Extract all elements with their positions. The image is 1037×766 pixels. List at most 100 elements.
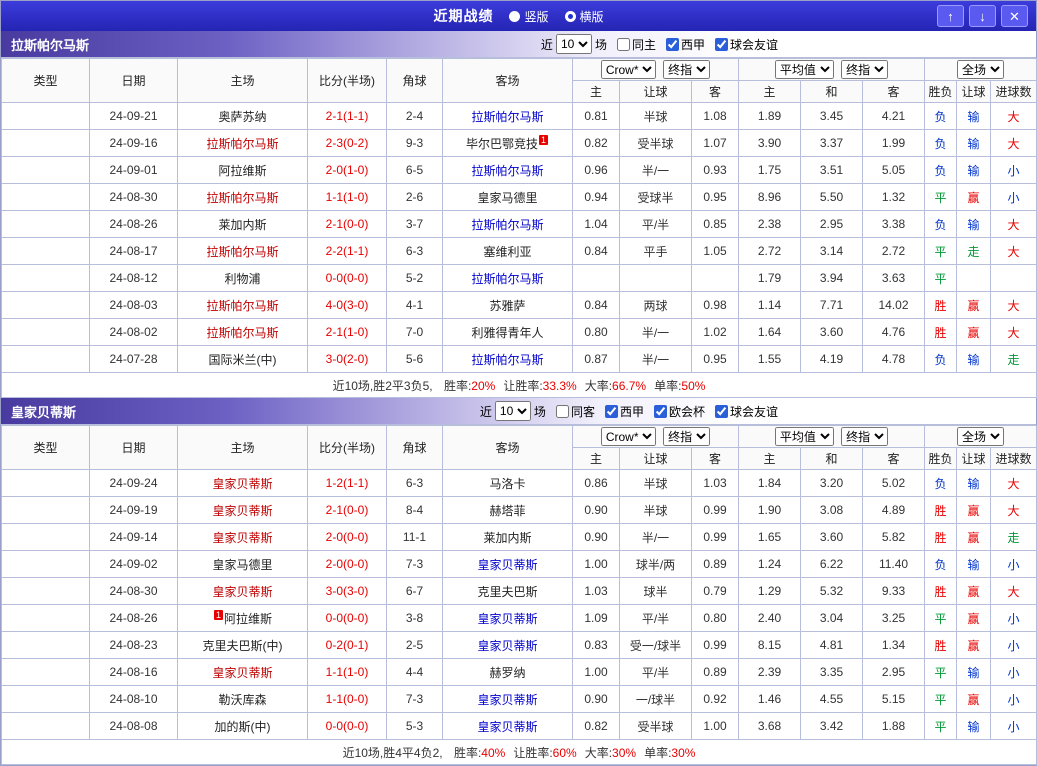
filter-checkbox-input[interactable] [666, 38, 679, 51]
team-label: 塞维利亚 [483, 245, 531, 259]
final-index-select[interactable]: 终指 [841, 60, 888, 79]
score-cell: 1-1(1-0) [308, 184, 387, 211]
move-up-button[interactable]: ↑ [937, 5, 964, 27]
fulltime-select[interactable]: 全场 [957, 60, 1004, 79]
filter-checkbox-label: 同主 [632, 36, 656, 53]
team-label: 拉斯帕尔马斯 [471, 353, 543, 367]
col-euro-home: 主 [739, 448, 801, 470]
match-row: 西甲24-09-16拉斯帕尔马斯2-3(0-2)9-3毕尔巴鄂竞技10.82受半… [2, 130, 1037, 157]
fulltime-select[interactable]: 全场 [957, 427, 1004, 446]
asia-handicap: 半球 [620, 103, 692, 130]
result-goals-cell: 大 [991, 578, 1037, 605]
home-team-cell: 拉斯帕尔马斯 [178, 319, 308, 346]
competition-type-cell: 球会友谊 [2, 686, 90, 713]
col-result-goals: 进球数 [991, 448, 1037, 470]
score-cell: 2-1(1-0) [308, 319, 387, 346]
asia-handicap: 半/一 [620, 319, 692, 346]
date-cell: 24-08-26 [90, 605, 178, 632]
final-index-select[interactable]: 终指 [663, 60, 710, 79]
filter-checkbox-label: 欧会杯 [669, 403, 705, 420]
euro-home-odds: 1.75 [739, 157, 801, 184]
score-cell: 2-3(0-2) [308, 130, 387, 157]
euro-draw-odds: 3.20 [801, 470, 863, 497]
result-goals-cell: 小 [991, 659, 1037, 686]
filter-checkbox-3[interactable]: 球会友谊 [708, 403, 778, 420]
corners-cell: 5-6 [387, 346, 443, 373]
home-team-cell: 奥萨苏纳 [178, 103, 308, 130]
filter-checkbox-0[interactable]: 同主 [610, 36, 656, 53]
filter-checkbox-input[interactable] [605, 405, 618, 418]
euro-home-odds: 1.14 [739, 292, 801, 319]
result-wdl-cell: 负 [925, 211, 957, 238]
filter-checkbox-2[interactable]: 欧会杯 [647, 403, 705, 420]
col-euro-away: 客 [863, 81, 925, 103]
team-label: 拉斯帕尔马斯 [206, 137, 278, 151]
team-label: 皇家贝蒂斯 [212, 531, 272, 545]
euro-draw-odds: 3.35 [801, 659, 863, 686]
euro-draw-odds: 3.04 [801, 605, 863, 632]
bookmaker-select[interactable]: Crow* [601, 427, 656, 446]
filter-checkbox-0[interactable]: 同客 [549, 403, 595, 420]
result-handicap-cell [957, 265, 991, 292]
score-cell: 1-1(0-0) [308, 686, 387, 713]
team-name: 皇家贝蒂斯 [1, 402, 76, 421]
filter-checkbox-1[interactable]: 西甲 [598, 403, 644, 420]
away-team-cell: 皇家马德里 [443, 184, 573, 211]
euro-home-odds: 1.90 [739, 497, 801, 524]
result-wdl-cell: 胜 [925, 524, 957, 551]
asia-away-odds: 1.08 [692, 103, 739, 130]
filter-checkbox-2[interactable]: 球会友谊 [708, 36, 778, 53]
filter-checkbox-1[interactable]: 西甲 [659, 36, 705, 53]
match-row: 西甲24-09-19皇家贝蒂斯2-1(0-0)8-4赫塔菲0.90半球0.991… [2, 497, 1037, 524]
match-row: 欧会杯24-08-23克里夫巴斯(中)0-2(0-1)2-5皇家贝蒂斯0.83受… [2, 632, 1037, 659]
final-index-select[interactable]: 终指 [841, 427, 888, 446]
match-row: 球会友谊24-08-08加的斯(中)0-0(0-0)5-3皇家贝蒂斯0.82受半… [2, 713, 1037, 740]
team-label: 克里夫巴斯(中) [203, 639, 283, 653]
euro-away-odds: 1.34 [863, 632, 925, 659]
result-goals-cell: 小 [991, 632, 1037, 659]
final-index-select[interactable]: 终指 [663, 427, 710, 446]
euro-draw-odds: 3.14 [801, 238, 863, 265]
competition-type-cell: 西甲 [2, 659, 90, 686]
page-title: 近期战绩 [433, 6, 493, 26]
games-label: 场 [534, 403, 546, 420]
team-label: 加的斯(中) [215, 720, 271, 734]
asia-handicap: 平/半 [620, 659, 692, 686]
filter-checkbox-input[interactable] [715, 38, 728, 51]
date-cell: 24-08-16 [90, 659, 178, 686]
euro-away-odds: 3.38 [863, 211, 925, 238]
result-goals-cell: 大 [991, 319, 1037, 346]
average-select[interactable]: 平均值 [775, 60, 834, 79]
away-team-cell: 利雅得青年人 [443, 319, 573, 346]
filter-checkbox-input[interactable] [617, 38, 630, 51]
team-label: 拉斯帕尔马斯 [471, 110, 543, 124]
filter-checkbox-label: 球会友谊 [730, 403, 778, 420]
asia-handicap: 受半球 [620, 713, 692, 740]
match-row: 西甲24-08-30拉斯帕尔马斯1-1(1-0)2-6皇家马德里0.94受球半0… [2, 184, 1037, 211]
bookmaker-select[interactable]: Crow* [601, 60, 656, 79]
euro-home-odds: 2.39 [739, 659, 801, 686]
score-cell: 2-2(1-1) [308, 238, 387, 265]
recent-count-select[interactable]: 10 [556, 34, 592, 54]
recent-count-select[interactable]: 10 [495, 401, 531, 421]
view-option-horizontal[interactable]: 横版 [565, 8, 604, 25]
corners-cell: 4-4 [387, 659, 443, 686]
home-team-section: 拉斯帕尔马斯 近10场同主西甲球会友谊 类型 日期 主场 比分(半场) 角球 客… [1, 31, 1036, 398]
average-select[interactable]: 平均值 [775, 427, 834, 446]
euro-draw-odds: 3.60 [801, 319, 863, 346]
away-team-cell: 拉斯帕尔马斯 [443, 265, 573, 292]
result-goals-cell: 大 [991, 130, 1037, 157]
move-down-button[interactable]: ↓ [969, 5, 996, 27]
summary-stat-value: 40% [481, 746, 505, 760]
team-label: 皇家马德里 [212, 558, 272, 572]
close-button[interactable]: ✕ [1001, 5, 1028, 27]
result-goals-cell: 小 [991, 184, 1037, 211]
filter-checkbox-input[interactable] [715, 405, 728, 418]
filter-checkbox-input[interactable] [556, 405, 569, 418]
result-wdl-cell: 平 [925, 265, 957, 292]
col-euro-draw: 和 [801, 448, 863, 470]
team-label: 莱加内斯 [218, 218, 266, 232]
team-label: 国际米兰(中) [209, 353, 277, 367]
filter-checkbox-input[interactable] [654, 405, 667, 418]
view-option-vertical[interactable]: 竖版 [509, 8, 548, 25]
